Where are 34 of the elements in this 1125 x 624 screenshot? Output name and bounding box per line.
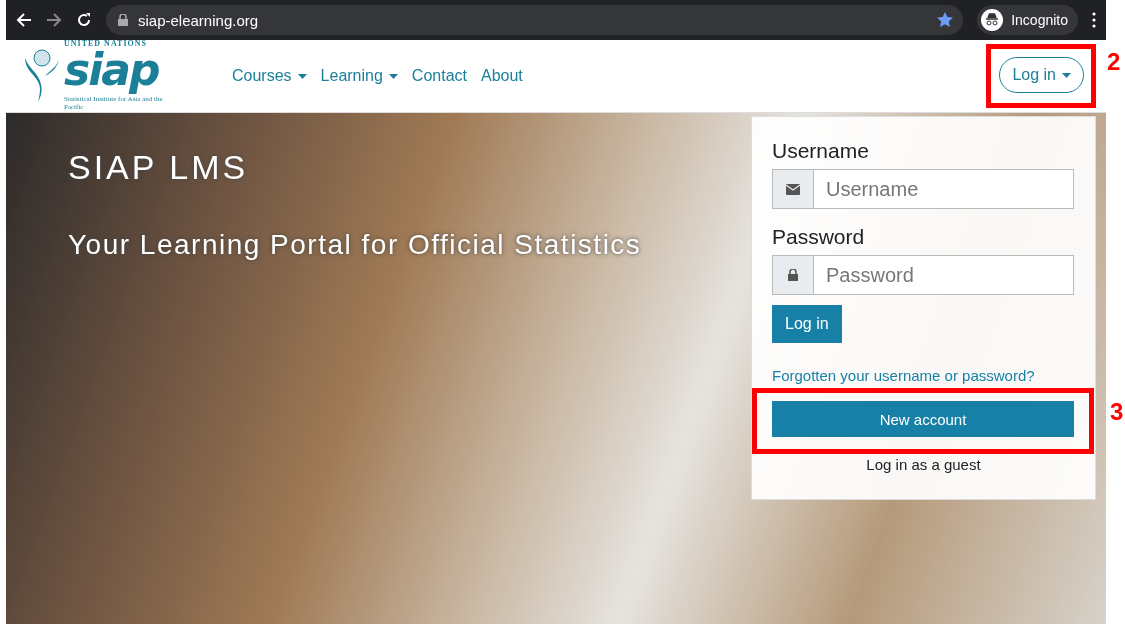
hero-title: SIAP LMS xyxy=(68,148,250,187)
caret-icon xyxy=(1062,72,1071,78)
envelope-icon xyxy=(786,183,800,195)
login-button[interactable]: Log in xyxy=(772,305,842,343)
nav-link[interactable]: Contact xyxy=(411,67,467,85)
address-bar[interactable]: siap-elearning.org xyxy=(106,5,964,35)
forward-arrow-icon[interactable] xyxy=(46,12,62,28)
guest-login-link[interactable]: Log in as a guest xyxy=(866,456,981,473)
annotation-number: 3 xyxy=(1110,398,1124,426)
annotation-number: 2 xyxy=(1107,48,1121,76)
forgot-password-link[interactable]: Forgotten your username or password? xyxy=(772,367,1035,384)
caret-icon xyxy=(388,73,398,79)
incognito-icon xyxy=(981,9,1004,31)
back-arrow-icon[interactable] xyxy=(16,12,32,28)
star-icon[interactable] xyxy=(937,12,954,28)
username-field[interactable]: Username xyxy=(772,169,1074,209)
nav-link[interactable]: About xyxy=(481,67,523,85)
incognito-profile-button[interactable]: Incognito xyxy=(977,5,1078,35)
logo-caption: UNITED NATIONS xyxy=(64,40,148,49)
logo-wordmark: siap xyxy=(64,48,160,93)
url-text: siap-elearning.org xyxy=(138,11,260,29)
nav-link[interactable]: Learning xyxy=(320,67,398,85)
field-label: Username xyxy=(772,139,869,163)
new-account-button[interactable]: New account xyxy=(772,401,1074,437)
field-label: Password xyxy=(772,225,865,249)
lock-icon xyxy=(788,269,798,281)
login-menu-button[interactable]: Log in xyxy=(999,57,1084,93)
password-field[interactable]: Password xyxy=(772,255,1074,295)
hero-tagline: Your Learning Portal for Official Statistics xyxy=(68,229,642,261)
reload-icon[interactable] xyxy=(76,12,92,28)
caret-icon xyxy=(297,73,307,79)
lock-icon xyxy=(118,14,128,26)
more-menu-icon[interactable] xyxy=(1092,12,1096,28)
nav-link[interactable]: Courses xyxy=(232,67,307,85)
